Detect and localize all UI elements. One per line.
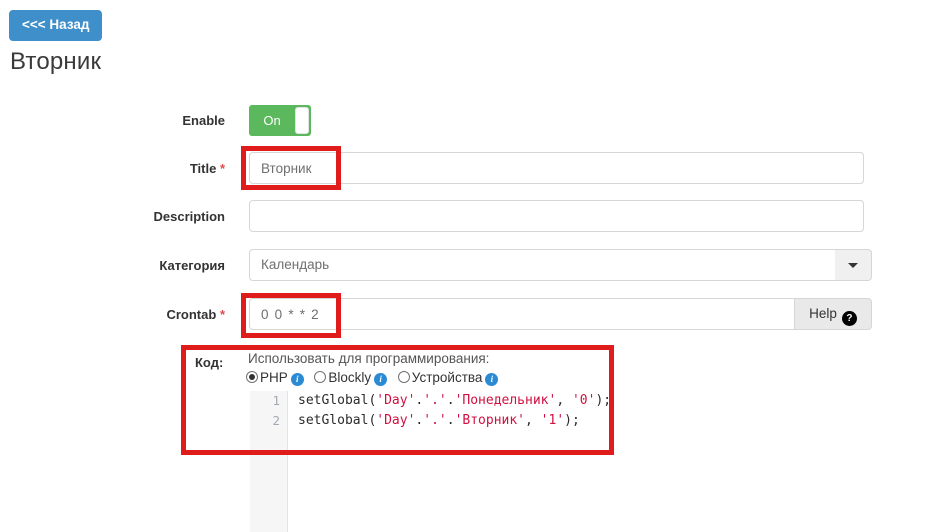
category-label: Категория	[40, 249, 225, 283]
info-icon-blockly[interactable]: i	[374, 373, 387, 386]
page-title: Вторник	[10, 48, 101, 76]
title-label-text: Title	[190, 161, 217, 176]
line-number: 2	[250, 411, 287, 431]
radio-blockly-label: Blockly	[328, 370, 371, 385]
radio-php-label: PHP	[260, 370, 288, 385]
enable-toggle-state: On	[249, 105, 295, 136]
radio-option-devices[interactable]: Устройстваi	[398, 369, 499, 386]
toggle-knob[interactable]	[295, 107, 309, 134]
code-string-token: '.'	[423, 393, 446, 408]
code-token: );	[564, 413, 580, 428]
code-hint: Использовать для программирования:	[248, 351, 489, 366]
code-token: ,	[556, 393, 572, 408]
chevron-down-icon	[848, 263, 858, 268]
editor-gutter: 1 2	[250, 391, 288, 532]
code-line[interactable]: setGlobal('Day'.'.'.'Понедельник', '0');	[298, 391, 945, 411]
code-string-token: '0'	[572, 393, 595, 408]
title-input[interactable]	[249, 152, 864, 184]
code-line[interactable]: setGlobal('Day'.'.'.'Вторник', '1');	[298, 411, 945, 431]
code-editor[interactable]: 1 2 setGlobal('Day'.'.'.'Понедельник', '…	[250, 391, 945, 532]
title-required-mark: *	[220, 161, 225, 176]
description-input[interactable]	[249, 200, 864, 232]
info-icon-devices[interactable]: i	[485, 373, 498, 386]
code-string-token: 'Day'	[376, 413, 415, 428]
code-token: setGlobal(	[298, 413, 376, 428]
crontab-label-text: Crontab	[166, 307, 216, 322]
code-string-token: 'Вторник'	[455, 413, 525, 428]
form-row-title: Title *	[0, 152, 945, 186]
help-button-label: Help	[809, 306, 837, 321]
info-icon-php[interactable]: i	[291, 373, 304, 386]
code-string-token: 'Понедельник'	[455, 393, 557, 408]
code-lines[interactable]: setGlobal('Day'.'.'.'Понедельник', '0');…	[298, 391, 945, 431]
radio-php-indicator[interactable]	[246, 371, 258, 383]
code-string-token: '1'	[541, 413, 564, 428]
form-row-enable: Enable On	[0, 104, 945, 138]
form-row-description: Description	[0, 200, 945, 234]
radio-option-blockly[interactable]: Blocklyi	[314, 369, 387, 386]
code-section: Код: Использовать для программирования: …	[186, 349, 945, 532]
code-string-token: '.'	[423, 413, 446, 428]
code-label: Код:	[195, 355, 223, 370]
question-mark-icon: ?	[842, 311, 857, 326]
category-dropdown-button[interactable]	[835, 249, 872, 281]
form-row-crontab: Crontab * Help?	[0, 298, 945, 332]
code-string-token: 'Day'	[376, 393, 415, 408]
line-number: 1	[250, 391, 287, 411]
radio-devices-label: Устройства	[412, 370, 483, 385]
crontab-help-button[interactable]: Help?	[795, 298, 872, 330]
code-token: );	[595, 393, 611, 408]
enable-toggle[interactable]: On	[249, 105, 311, 136]
code-mode-radio-group: PHPi Blocklyi Устройстваi	[246, 369, 505, 387]
radio-blockly-indicator[interactable]	[314, 371, 326, 383]
code-token: .	[447, 393, 455, 408]
code-token: .	[447, 413, 455, 428]
crontab-input[interactable]	[249, 298, 795, 330]
radio-option-php[interactable]: PHPi	[246, 369, 304, 386]
title-label: Title *	[40, 152, 225, 186]
crontab-required-mark: *	[220, 307, 225, 322]
enable-label: Enable	[40, 104, 225, 138]
radio-devices-indicator[interactable]	[398, 371, 410, 383]
code-token: setGlobal(	[298, 393, 376, 408]
back-button[interactable]: <<< Назад	[9, 10, 102, 41]
category-select[interactable]: Календарь	[249, 249, 872, 281]
description-label: Description	[40, 200, 225, 234]
category-select-value[interactable]: Календарь	[249, 249, 836, 281]
crontab-label: Crontab *	[40, 298, 225, 332]
form-row-category: Категория Календарь	[0, 249, 945, 283]
code-token: ,	[525, 413, 541, 428]
